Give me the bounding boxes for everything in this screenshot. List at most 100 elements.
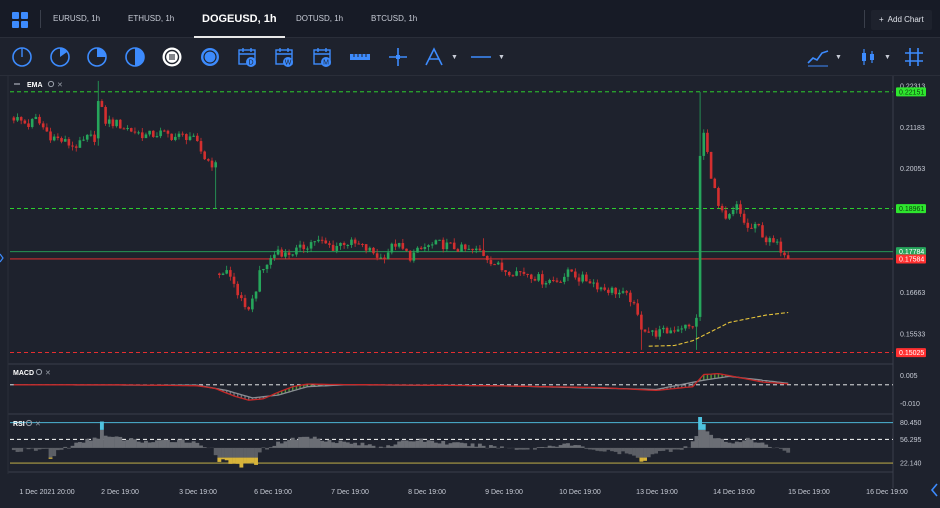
chevron-down-icon[interactable]: ▼: [451, 54, 458, 61]
candle-body: [445, 242, 449, 250]
calendar-month-icon[interactable]: M: [312, 46, 334, 68]
tab-dogeusd[interactable]: DOGEUSD, 1h: [194, 0, 285, 38]
candle-body: [386, 252, 390, 260]
chevron-down-icon[interactable]: ▼: [835, 54, 842, 61]
candle-body: [320, 239, 324, 241]
candle-body: [570, 269, 573, 272]
candle-body: [96, 101, 100, 139]
candle-body: [357, 243, 361, 245]
remove-indicator-icon: ✕: [57, 82, 63, 89]
candle-body: [210, 160, 214, 168]
candle-body: [232, 276, 236, 284]
clock-15m-icon[interactable]: [86, 46, 108, 68]
candle-body: [408, 250, 412, 261]
candle-body: [419, 247, 423, 249]
candle-body: [126, 128, 129, 130]
candle-body: [364, 244, 368, 251]
tab-ethusd[interactable]: ETHUSD, 1h: [128, 0, 174, 38]
candle-body: [346, 244, 350, 246]
candle-body: [185, 134, 188, 140]
candle-body: [537, 274, 540, 281]
candle-body: [221, 273, 225, 275]
chart-area[interactable]: 0.223130.211830.200530.189230.177840.166…: [0, 76, 940, 508]
calendar-week-icon[interactable]: W: [274, 46, 296, 68]
clock-1m-icon[interactable]: [11, 46, 33, 68]
candle-body: [603, 287, 606, 290]
candle-body: [423, 247, 427, 249]
price-label-text: 0.15025: [899, 350, 924, 357]
candle-body: [350, 239, 353, 245]
candle-body: [192, 135, 195, 137]
divider: [864, 10, 865, 28]
candle-body: [269, 258, 273, 265]
tab-btcusd[interactable]: BTCUSD, 1h: [371, 0, 417, 38]
indicator-label: MACD: [13, 370, 34, 377]
candle-body: [361, 244, 364, 246]
time-axis-tick: 13 Dec 19:00: [636, 489, 678, 496]
tab-eurusd[interactable]: EURUSD, 1h: [53, 0, 100, 38]
clock-5m-icon[interactable]: [49, 46, 71, 68]
candle-body: [709, 151, 713, 179]
candle-body: [45, 127, 49, 132]
candle-body: [405, 248, 408, 251]
candle-body: [89, 134, 93, 136]
ruler-icon[interactable]: [349, 46, 371, 68]
price-axis-tick: 0.16663: [900, 290, 925, 297]
chevron-down-icon[interactable]: ▼: [498, 54, 505, 61]
add-chart-label: Add Chart: [887, 15, 924, 24]
candle-body: [662, 327, 665, 330]
remove-indicator-icon: ✕: [45, 370, 51, 377]
candle-body: [673, 330, 676, 332]
candle-body: [115, 119, 118, 127]
candle-body: [651, 330, 654, 332]
candle-body: [555, 280, 559, 282]
clock-30m-icon[interactable]: [124, 46, 146, 68]
candle-body: [548, 280, 551, 284]
rsi-axis-tick: 22.140: [900, 461, 922, 468]
calendar-day-icon[interactable]: D: [237, 46, 259, 68]
candle-body: [177, 133, 181, 137]
grid-toggle-icon[interactable]: [903, 46, 925, 68]
add-chart-button[interactable]: + Add Chart: [871, 10, 932, 30]
plus-icon: +: [879, 15, 884, 24]
price-axis-tick: 0.20053: [900, 166, 925, 173]
chart-tabs-bar: EURUSD, 1h ETHUSD, 1h DOGEUSD, 1h DOTUSD…: [0, 0, 940, 38]
candle-body: [702, 132, 706, 156]
clock-4h-icon[interactable]: [199, 46, 221, 68]
candle-body: [324, 240, 328, 244]
layout-grid-icon[interactable]: [12, 12, 28, 28]
candle-body: [438, 239, 441, 241]
time-axis-tick: 8 Dec 19:00: [408, 489, 446, 496]
candle-body: [353, 239, 357, 244]
candle-body: [107, 119, 111, 124]
time-axis-tick: 10 Dec 19:00: [559, 489, 601, 496]
candle-body: [610, 287, 614, 293]
candle-body: [38, 116, 41, 124]
candle-body: [640, 314, 643, 330]
horizontal-line-icon[interactable]: [470, 46, 492, 68]
candle-body: [284, 252, 287, 257]
candle-body: [695, 317, 698, 327]
remove-indicator-icon: ✕: [35, 421, 41, 428]
chevron-down-icon[interactable]: ▼: [884, 54, 891, 61]
macd-axis-tick: 0.005: [900, 373, 918, 380]
fib-tool-icon[interactable]: [423, 46, 445, 68]
candle-body: [41, 123, 45, 128]
candle-body: [680, 328, 684, 330]
candle-body: [52, 136, 56, 141]
tab-dotusd[interactable]: DOTUSD, 1h: [296, 0, 343, 38]
candle-body: [144, 134, 148, 139]
candle-body: [742, 213, 746, 223]
candle-body: [67, 139, 71, 146]
line-chart-type-icon[interactable]: [807, 46, 829, 68]
candle-body: [240, 295, 243, 299]
candle-body: [669, 330, 673, 334]
candle-type-icon[interactable]: [857, 46, 879, 68]
candle-body: [104, 106, 107, 124]
candle-body: [585, 274, 588, 282]
clock-1h-icon[interactable]: [161, 46, 183, 68]
candle-body: [273, 254, 276, 259]
candle-body: [170, 133, 173, 140]
crosshair-icon[interactable]: [387, 46, 409, 68]
svg-text:D: D: [248, 60, 253, 67]
